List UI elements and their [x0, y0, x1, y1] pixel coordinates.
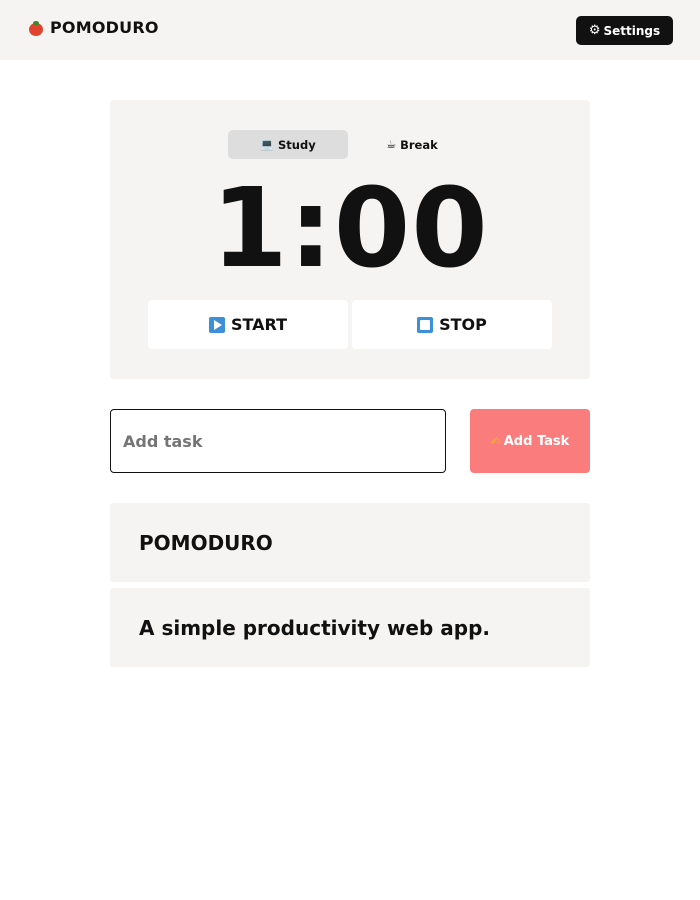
- settings-label: Settings: [603, 23, 661, 38]
- writing-hand-icon: ✍: [490, 434, 501, 448]
- stop-button[interactable]: STOP: [352, 300, 552, 349]
- start-label: START: [230, 315, 288, 334]
- stop-icon: [417, 316, 434, 333]
- stop-label: STOP: [439, 315, 487, 334]
- laptop-icon: 💻: [260, 138, 274, 151]
- timer-card: 💻 Study ☕ Break 1:00 START STOP: [110, 100, 590, 379]
- gear-icon: ⚙: [588, 23, 601, 38]
- task-input[interactable]: [110, 409, 446, 473]
- app-name: POMODURO: [50, 18, 159, 37]
- info-title-card: POMODURO: [110, 503, 590, 582]
- add-task-button[interactable]: ✍ Add Task: [470, 409, 590, 473]
- tab-study[interactable]: 💻 Study: [228, 130, 348, 159]
- timer-display: 1:00: [211, 164, 489, 292]
- tomato-icon: [28, 20, 44, 36]
- tab-study-label: Study: [278, 137, 316, 152]
- top-bar: POMODURO ⚙ Settings: [0, 0, 700, 60]
- brand[interactable]: POMODURO: [28, 18, 159, 37]
- add-task-label: Add Task: [503, 433, 570, 449]
- info-title: POMODURO: [139, 530, 273, 555]
- play-icon: [208, 316, 225, 333]
- tab-break-label: Break: [400, 137, 438, 152]
- tab-break[interactable]: ☕ Break: [352, 130, 472, 159]
- info-description: A simple productivity web app.: [139, 615, 490, 640]
- info-description-card: A simple productivity web app.: [110, 588, 590, 667]
- settings-button[interactable]: ⚙ Settings: [576, 16, 673, 45]
- coffee-icon: ☕: [386, 138, 397, 151]
- start-button[interactable]: START: [148, 300, 348, 349]
